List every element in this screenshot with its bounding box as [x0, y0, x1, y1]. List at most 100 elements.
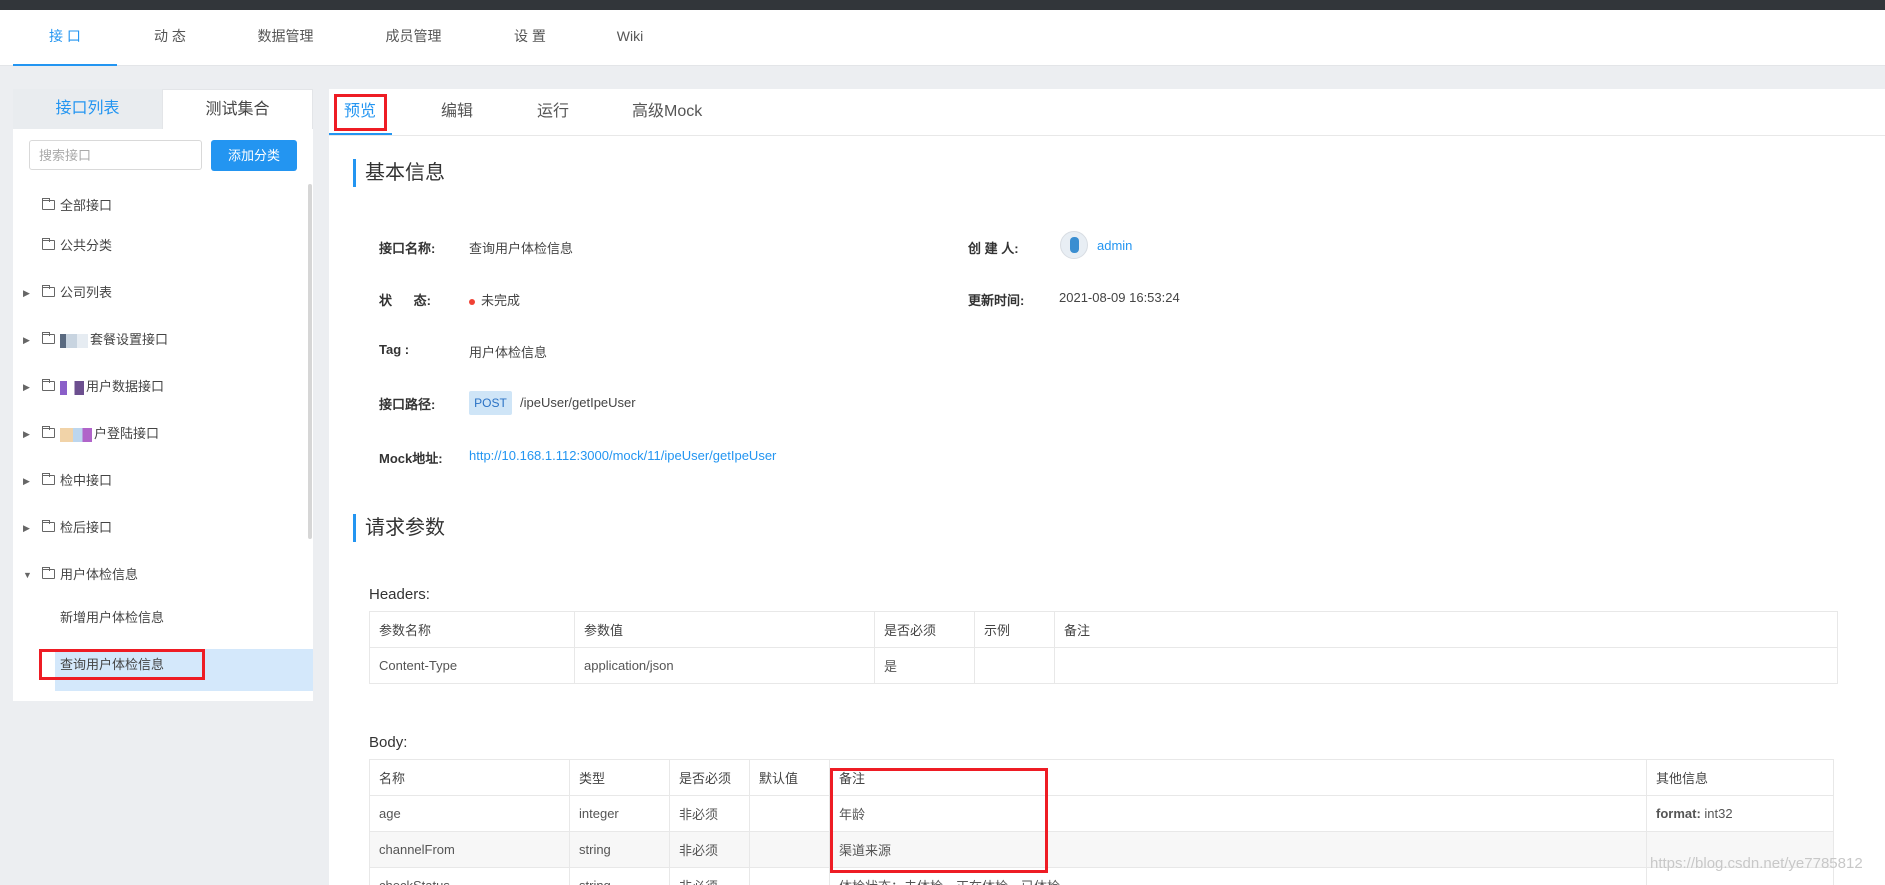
folder-icon [42, 285, 55, 297]
folder-icon [42, 426, 55, 438]
table-header-cell: 备注 [1054, 611, 1838, 648]
label-creator: 创 建 人: [968, 241, 1019, 256]
interface-sidebar: 接口列表 测试集合 添加分类 全部接口 公共分类 ▶ 公司列表 ▶ 套餐设置接口… [13, 89, 313, 701]
table-cell: 非必须 [669, 867, 750, 885]
table-cell: Content-Type [369, 647, 575, 684]
table-cell [749, 795, 830, 832]
tree-item-label: 用户体检信息 [60, 567, 139, 582]
table-cell: application/json [574, 647, 875, 684]
nav-tab-activity[interactable]: 动 态 [135, 10, 205, 66]
tabs-divider [329, 135, 1885, 136]
nav-tab-settings[interactable]: 设 置 [500, 10, 560, 66]
search-interface-input[interactable] [29, 140, 202, 170]
tree-item-after[interactable]: ▶ 检后接口 [13, 516, 303, 540]
tree-item-label: 检中接口 [60, 473, 113, 488]
label-interface-name: 接口名称: [379, 241, 436, 256]
tree-item-during[interactable]: ▶ 检中接口 [13, 469, 303, 493]
tree-item-company[interactable]: ▶ 公司列表 [13, 281, 303, 305]
headers-table: 参数名称 参数值 是否必须 示例 备注 Content-Type applica… [369, 611, 1838, 684]
tree-item-all[interactable]: 全部接口 [13, 194, 303, 218]
caret-right-icon[interactable]: ▶ [23, 375, 33, 399]
highlight-box-preview-tab [334, 94, 387, 131]
tree-item-label: 户登陆接口 [60, 422, 159, 446]
table-cell: string [569, 867, 670, 885]
watermark: https://blog.csdn.net/ye7785812 [1650, 855, 1863, 872]
table-header-cell: 参数名称 [369, 611, 575, 648]
folder-icon [42, 520, 55, 532]
caret-down-icon[interactable]: ▼ [23, 563, 33, 587]
method-badge: POST [469, 391, 512, 415]
table-cell: age [369, 795, 570, 832]
table-row: channelFrom string 非必须 渠道来源 [369, 831, 1834, 868]
highlight-box-note-column [830, 768, 1048, 873]
table-row: age integer 非必须 年龄 format: int32 [369, 795, 1834, 832]
value-interface-path: /ipeUser/getIpeUser [520, 395, 636, 410]
table-header-row: 名称 类型 是否必须 默认值 备注 其他信息 [369, 759, 1834, 796]
caret-right-icon[interactable]: ▶ [23, 281, 33, 305]
tab-edit[interactable]: 编辑 [441, 89, 473, 135]
headers-label: Headers: [369, 586, 430, 603]
folder-icon [42, 332, 55, 344]
redacted-mark [60, 380, 84, 395]
caret-right-icon[interactable]: ▶ [23, 469, 33, 493]
table-cell: 是 [874, 647, 975, 684]
tree-leaf-add-exam[interactable]: 新增用户体检信息 [60, 606, 164, 630]
avatar[interactable] [1060, 231, 1088, 259]
creator-link[interactable]: admin [1097, 238, 1132, 253]
interface-detail-panel: 预览 编辑 运行 高级Mock 基本信息 接口名称: 查询用户体检信息 创 建 … [329, 89, 1885, 885]
value-interface-name: 查询用户体检信息 [469, 241, 574, 256]
body-label: Body: [369, 734, 408, 751]
table-header-cell: 默认值 [749, 759, 830, 796]
table-row: checkStatus string 非必须 体检状态：未体检、正在体检、已体检 [369, 867, 1834, 885]
mock-address-link[interactable]: http://10.168.1.112:3000/mock/11/ipeUser… [469, 448, 776, 463]
caret-right-icon[interactable]: ▶ [23, 328, 33, 352]
tab-interface-list[interactable]: 接口列表 [13, 89, 162, 129]
tab-test-collection[interactable]: 测试集合 [162, 89, 313, 129]
tree-item-login[interactable]: ▶ 户登陆接口 [13, 422, 303, 446]
sidebar-scrollbar[interactable] [308, 184, 312, 539]
tree-item-setmeal[interactable]: ▶ 套餐设置接口 [13, 328, 303, 352]
nav-tab-member-management[interactable]: 成员管理 [376, 10, 451, 66]
tree-item-label: 套餐设置接口 [60, 328, 168, 352]
tab-run[interactable]: 运行 [537, 89, 569, 135]
table-cell [749, 867, 830, 885]
folder-icon [42, 473, 55, 485]
status-value: 未完成 [469, 290, 520, 309]
add-category-button[interactable]: 添加分类 [211, 140, 297, 171]
value-tag: 用户体检信息 [469, 345, 548, 360]
folder-icon [42, 379, 55, 391]
caret-right-icon[interactable]: ▶ [23, 516, 33, 540]
body-table: 名称 类型 是否必须 默认值 备注 其他信息 age integer 非必须 年… [369, 759, 1834, 885]
label-interface-path: 接口路径: [379, 397, 436, 412]
tree-item-label: 公司列表 [60, 285, 113, 300]
sidebar-tabs: 接口列表 测试集合 [13, 89, 313, 129]
nav-tab-wiki[interactable]: Wiki [605, 10, 655, 66]
table-header-row: 参数名称 参数值 是否必须 示例 备注 [369, 611, 1838, 648]
table-cell: 非必须 [669, 795, 750, 832]
tab-advanced-mock[interactable]: 高级Mock [632, 89, 702, 135]
label-mock-address: Mock地址: [379, 451, 443, 466]
window-top-strip [0, 0, 1885, 10]
table-header-cell: 示例 [974, 611, 1055, 648]
table-cell: string [569, 831, 670, 868]
table-header-cell: 是否必须 [874, 611, 975, 648]
tree-item-userexam[interactable]: ▼ 用户体检信息 [13, 563, 303, 587]
table-cell [1054, 647, 1838, 684]
project-navbar: 接 口 动 态 数据管理 成员管理 设 置 Wiki [0, 10, 1885, 66]
table-cell: format: int32 [1646, 795, 1834, 832]
tree-item-label: 公共分类 [60, 238, 113, 253]
tree-item-userdata[interactable]: ▶ 用户数据接口 [13, 375, 303, 399]
caret-right-icon[interactable]: ▶ [23, 422, 33, 446]
tree-item-public[interactable]: 公共分类 [13, 234, 303, 258]
tree-item-label: 检后接口 [60, 520, 113, 535]
nav-tab-data-management[interactable]: 数据管理 [248, 10, 323, 66]
nav-tab-interface[interactable]: 接 口 [13, 10, 117, 66]
label-updated-time: 更新时间: [968, 293, 1025, 308]
table-cell [749, 831, 830, 868]
table-header-cell: 是否必须 [669, 759, 750, 796]
folder-icon [42, 198, 55, 210]
redacted-mark [60, 427, 92, 442]
table-header-cell: 类型 [569, 759, 670, 796]
table-cell: checkStatus [369, 867, 570, 885]
status-dot-icon [469, 298, 475, 305]
